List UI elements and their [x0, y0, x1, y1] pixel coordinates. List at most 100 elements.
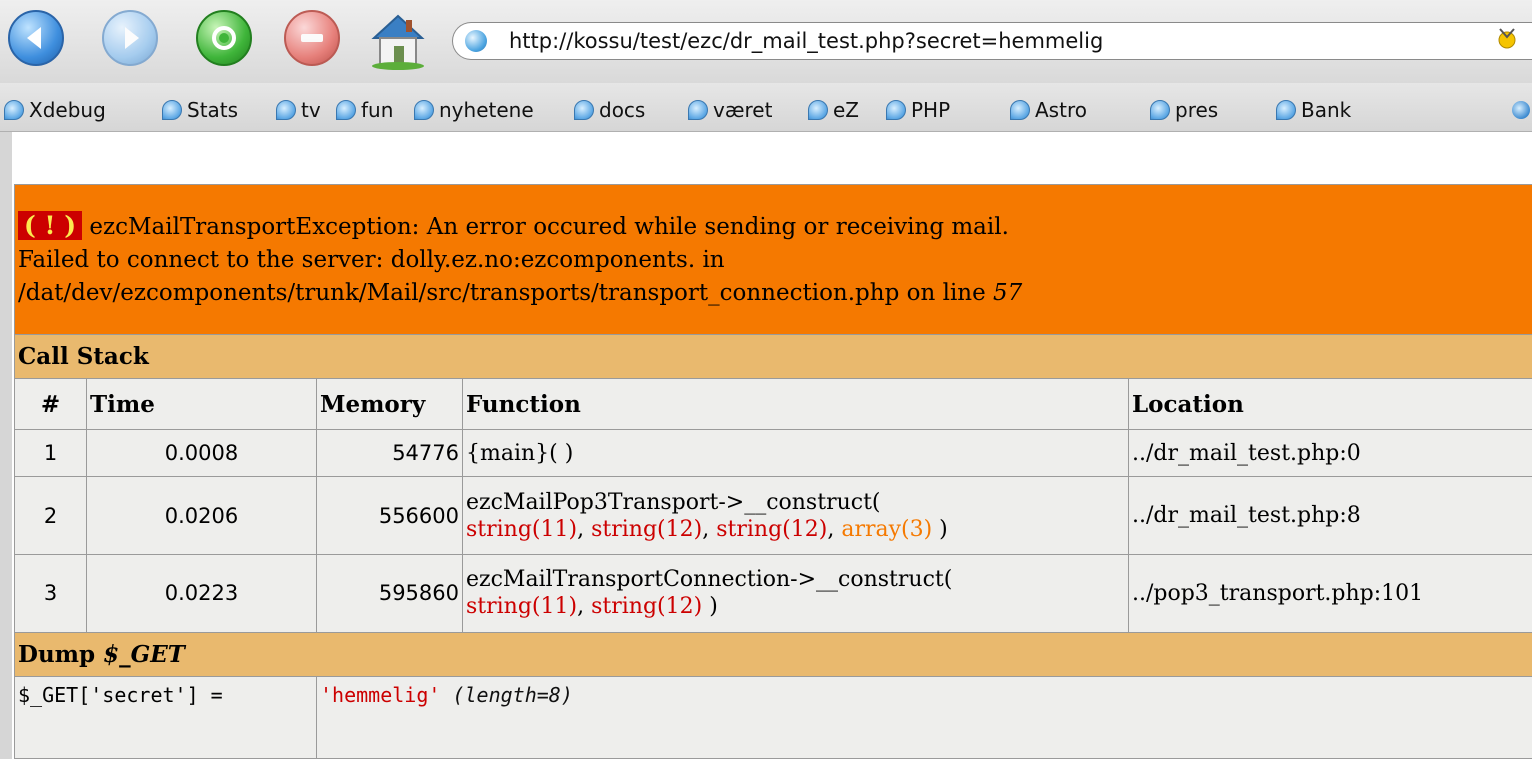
- bookmark-label: docs: [599, 98, 646, 122]
- dump-row: $_GET['secret'] = 'hemmelig' (length=8): [14, 675, 1532, 759]
- home-button[interactable]: [368, 8, 428, 70]
- bookmark-label: Bank: [1301, 98, 1352, 122]
- dump-value: 'hemmelig' (length=8): [315, 675, 1532, 759]
- back-button[interactable]: [8, 10, 64, 66]
- bookmark-label: eZ: [833, 98, 860, 122]
- function-close: ): [932, 516, 948, 542]
- stop-icon: [301, 34, 323, 42]
- bookmark-label: pres: [1175, 98, 1219, 122]
- reload-button[interactable]: [196, 10, 252, 66]
- dump-string-value: 'hemmelig': [320, 682, 441, 707]
- header-location: Location: [1127, 378, 1532, 430]
- row-time: 0.0206: [86, 476, 317, 556]
- function-name: ezcMailPop3Transport->__construct(: [466, 489, 881, 515]
- row-time: 0.0223: [86, 554, 317, 633]
- bookmark-label: Stats: [187, 98, 239, 122]
- bookmark-nyhetene[interactable]: nyhetene: [414, 96, 534, 124]
- bookmark-folder-icon: [4, 100, 24, 120]
- xdebug-error-table: ( ! ) ezcMailTransportException: An erro…: [13, 184, 1532, 759]
- bookmark-fun[interactable]: fun: [336, 96, 393, 124]
- bookmark-astro[interactable]: Astro: [1010, 96, 1087, 124]
- dump-length-value: =8): [536, 682, 573, 707]
- dump-title-prefix: Dump: [18, 640, 96, 668]
- url-bar[interactable]: http://kossu/test/ezc/dr_mail_test.php?s…: [452, 22, 1532, 60]
- bookmark-folder-icon: [1010, 100, 1030, 120]
- back-arrow-icon: [27, 27, 41, 49]
- arg-string: string(12): [591, 516, 703, 542]
- bookmark-folder-icon: [1276, 100, 1296, 120]
- error-message: ( ! ) ezcMailTransportException: An erro…: [13, 184, 1532, 335]
- bookmark-tv[interactable]: tv: [276, 96, 321, 124]
- error-line-1: ezcMailTransportException: An error occu…: [89, 213, 1009, 240]
- bookmark-docs[interactable]: docs: [574, 96, 645, 124]
- row-function: {main}( ): [462, 428, 1129, 478]
- bookmark-label: nyhetene: [439, 98, 534, 122]
- row-time: 0.0008: [86, 428, 317, 478]
- table-row: 1 0.0008 54776 {main}( ) ../dr_mail_test…: [14, 428, 1532, 478]
- bookmark-xdebug[interactable]: Xdebug: [4, 96, 106, 124]
- bookmark-folder-icon: [276, 100, 296, 120]
- error-line-3-path: /dat/dev/ezcomponents/trunk/Mail/src/tra…: [18, 279, 986, 306]
- dump-title-var: $_GET: [103, 640, 185, 668]
- row-memory: 54776: [316, 428, 463, 478]
- call-stack-title-row: Call Stack: [13, 333, 1532, 380]
- dump-length-label: length: [464, 682, 537, 707]
- dump-length: (length=8): [452, 683, 572, 707]
- header-num: #: [14, 378, 87, 430]
- bookmark-folder-icon: [414, 100, 434, 120]
- bookmark-folder-icon: [574, 100, 594, 120]
- bookmark-vaeret[interactable]: været: [688, 96, 772, 124]
- row-function: ezcMailTransportConnection->__construct(…: [462, 554, 1129, 633]
- browser-toolbar: http://kossu/test/ezc/dr_mail_test.php?s…: [0, 0, 1532, 83]
- arg-string: string(12): [591, 594, 703, 620]
- row-num: 3: [14, 554, 87, 633]
- row-memory: 556600: [316, 476, 463, 556]
- bookmark-php[interactable]: PHP: [886, 96, 950, 124]
- function-close: ): [702, 594, 718, 620]
- url-text[interactable]: http://kossu/test/ezc/dr_mail_test.php?s…: [509, 29, 1103, 53]
- arg-string: string(12): [716, 516, 828, 542]
- arg-string: string(11): [466, 594, 578, 620]
- header-function: Function: [462, 378, 1129, 430]
- bookmark-folder-icon: [808, 100, 828, 120]
- bookmark-pres[interactable]: pres: [1150, 96, 1218, 124]
- bookmark-folder-icon: [162, 100, 182, 120]
- globe-icon: [465, 30, 487, 52]
- bookmark-folder-icon: [688, 100, 708, 120]
- header-time: Time: [86, 378, 317, 430]
- row-num: 2: [14, 476, 87, 556]
- reload-icon: [212, 26, 236, 50]
- arg-string: string(11): [466, 516, 578, 542]
- error-row: ( ! ) ezcMailTransportException: An erro…: [13, 184, 1532, 335]
- forward-button[interactable]: [102, 10, 158, 66]
- bookmark-label: fun: [361, 98, 394, 122]
- arg-array: array(3): [841, 516, 933, 542]
- page-left-border: [0, 132, 12, 759]
- error-line-number: 57: [993, 279, 1023, 306]
- dump-key: $_GET['secret'] =: [14, 675, 317, 759]
- function-name: ezcMailTransportConnection->__construct(: [466, 567, 953, 593]
- call-stack-header-row: # Time Memory Function Location: [14, 378, 1532, 430]
- bookmark-ez[interactable]: eZ: [808, 96, 859, 124]
- row-num: 1: [14, 428, 87, 478]
- bookmark-label: PHP: [911, 98, 951, 122]
- bookmark-label: tv: [301, 98, 321, 122]
- bookmark-folder-icon: [1150, 100, 1170, 120]
- bookmark-label: Xdebug: [29, 98, 106, 122]
- go-icon[interactable]: [1494, 26, 1520, 54]
- bookmark-stats[interactable]: Stats: [162, 96, 238, 124]
- stop-button[interactable]: [284, 10, 340, 66]
- call-stack-title: Call Stack: [13, 333, 1532, 380]
- table-row: 2 0.0206 556600 ezcMailPop3Transport->__…: [14, 476, 1532, 556]
- dump-title: Dump $_GET: [13, 631, 1532, 677]
- dump-title-row: Dump $_GET: [13, 631, 1532, 677]
- error-line-2: Failed to connect to the server: dolly.e…: [18, 246, 725, 273]
- bookmark-folder-icon: [336, 100, 356, 120]
- dump-length-open: (: [452, 682, 465, 707]
- bookmark-bank[interactable]: Bank: [1276, 96, 1351, 124]
- bookmarks-overflow-icon[interactable]: [1512, 101, 1530, 119]
- row-location: ../dr_mail_test.php:0: [1127, 428, 1532, 478]
- row-memory: 595860: [316, 554, 463, 633]
- row-location: ../pop3_transport.php:101: [1127, 554, 1532, 633]
- table-row: 3 0.0223 595860 ezcMailTransportConnecti…: [14, 554, 1532, 633]
